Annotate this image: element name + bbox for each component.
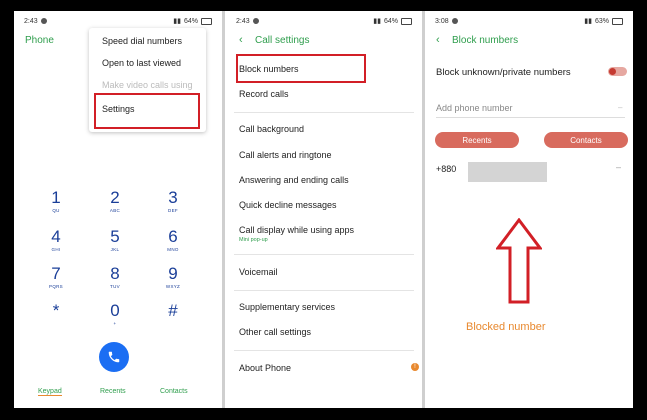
redacted-number — [468, 162, 547, 182]
tab-keypad-label: Keypad — [38, 388, 62, 396]
keypad-digit-key[interactable]: 0 — [100, 301, 130, 321]
setting-supplementary[interactable]: Supplementary services — [239, 302, 335, 312]
battery-percent: 64% — [383, 17, 398, 25]
add-phone-input[interactable]: Add phone number — [436, 103, 513, 113]
setting-call-alerts[interactable]: Call alerts and ringtone — [239, 150, 332, 160]
keypad-digit-key[interactable]: * — [41, 301, 71, 321]
keypad-digit-key[interactable]: 8 — [100, 264, 130, 284]
keypad-letters-label: WXYZ — [165, 284, 181, 289]
notification-icon — [252, 18, 259, 24]
battery-percent: 64% — [183, 17, 198, 25]
keypad-digit-key[interactable]: 5 — [100, 227, 130, 247]
setting-record-calls[interactable]: Record calls — [239, 89, 289, 99]
keypad-digit-key[interactable]: 2 — [100, 188, 130, 208]
status-bar: 3:08 ▮▮ 63% — [435, 15, 623, 27]
keypad-digit-key[interactable]: # — [158, 301, 188, 321]
keypad-letters-label: PQRS — [49, 284, 63, 289]
keypad-letters-label: TUV — [110, 284, 120, 289]
keypad-letters-label: JKL — [110, 247, 120, 252]
input-underline — [436, 117, 625, 118]
battery-icon — [612, 17, 623, 25]
status-bar: 2:43 ▮▮ 64% — [236, 15, 412, 27]
tab-contacts[interactable]: Contacts — [160, 388, 188, 395]
status-time: 2:43 — [236, 17, 250, 25]
keypad-digit-key[interactable]: 9 — [158, 264, 188, 284]
notification-icon — [451, 18, 458, 24]
panel-divider — [222, 11, 225, 408]
page-title: Phone — [25, 35, 54, 46]
update-badge-icon: ! — [411, 363, 419, 371]
setting-voicemail[interactable]: Voicemail — [239, 267, 278, 277]
setting-call-background[interactable]: Call background — [239, 124, 304, 134]
battery-icon — [401, 17, 412, 25]
page-title: Block numbers — [452, 35, 519, 46]
remove-number-icon[interactable]: – — [616, 162, 621, 172]
menu-item-video-calls[interactable]: Make video calls using — [102, 80, 193, 90]
keypad-letters-label: QU — [52, 208, 60, 213]
setting-call-display[interactable]: Call display while using apps — [239, 225, 354, 235]
menu-item-speed-dial[interactable]: Speed dial numbers — [102, 36, 182, 46]
battery-percent: 63% — [594, 17, 609, 25]
setting-quick-decline[interactable]: Quick decline messages — [239, 200, 337, 210]
status-bar: 2:43 ▮▮ 64% — [24, 15, 212, 27]
setting-answering-ending[interactable]: Answering and ending calls — [239, 175, 349, 185]
page-title: Call settings — [255, 35, 310, 46]
status-time: 3:08 — [435, 17, 449, 25]
tab-keypad[interactable]: Keypad — [38, 388, 62, 396]
battery-icon — [201, 17, 212, 25]
recents-button[interactable]: Recents — [435, 132, 519, 148]
add-icon[interactable]: – — [618, 103, 622, 112]
section-divider — [234, 290, 414, 291]
back-chevron-icon[interactable]: ‹ — [436, 34, 440, 46]
arrow-up-icon — [496, 218, 542, 304]
screenshot-frame: 2:43 ▮▮ 64% Phone Speed dial numbers Open… — [14, 11, 633, 408]
section-divider — [234, 112, 414, 113]
menu-item-open-last-viewed[interactable]: Open to last viewed — [102, 58, 181, 68]
settings-highlight-box — [94, 93, 200, 129]
keypad-digit-key[interactable]: 6 — [158, 227, 188, 247]
setting-about-phone[interactable]: About Phone — [239, 363, 291, 373]
call-button[interactable] — [99, 342, 129, 372]
back-chevron-icon[interactable]: ‹ — [239, 34, 243, 46]
keypad-letters-label: MNO — [167, 247, 179, 252]
contacts-button[interactable]: Contacts — [544, 132, 628, 148]
block-numbers-panel: 3:08 ▮▮ 63% ‹ Block numbers Block unknown… — [425, 11, 633, 408]
signal-icon: ▮▮ — [173, 18, 181, 25]
keypad-letters-label: + — [113, 321, 117, 326]
keypad-digit-key[interactable]: 7 — [41, 264, 71, 284]
call-settings-panel: 2:43 ▮▮ 64% ‹ Call settings Block numbers… — [226, 11, 422, 408]
setting-other-call[interactable]: Other call settings — [239, 327, 311, 337]
keypad-digit-key[interactable]: 3 — [158, 188, 188, 208]
keypad-letters-label: DEF — [168, 208, 178, 213]
setting-call-display-sub: Mini pop-up — [239, 237, 268, 243]
block-unknown-toggle[interactable] — [608, 67, 627, 76]
block-unknown-label: Block unknown/private numbers — [436, 67, 571, 78]
phone-dialer-panel: 2:43 ▮▮ 64% Phone Speed dial numbers Open… — [14, 11, 222, 408]
tab-recents[interactable]: Recents — [100, 388, 126, 395]
status-time: 2:43 — [24, 17, 38, 25]
keypad-letters-label: GHI — [51, 247, 61, 252]
toggle-knob — [609, 68, 616, 75]
blocked-number-annotation: Blocked number — [466, 321, 546, 333]
setting-block-numbers[interactable]: Block numbers — [239, 64, 299, 74]
keypad-digit-key[interactable]: 4 — [41, 227, 71, 247]
keypad-letters-label: ABC — [109, 208, 121, 213]
section-divider — [234, 350, 414, 351]
phone-icon — [108, 351, 120, 363]
notification-icon — [40, 18, 47, 24]
section-divider — [234, 254, 414, 255]
signal-icon: ▮▮ — [373, 18, 381, 25]
signal-icon: ▮▮ — [584, 18, 592, 25]
keypad-digit-key[interactable]: 1 — [41, 188, 71, 208]
blocked-number-prefix: +880 — [436, 164, 457, 174]
